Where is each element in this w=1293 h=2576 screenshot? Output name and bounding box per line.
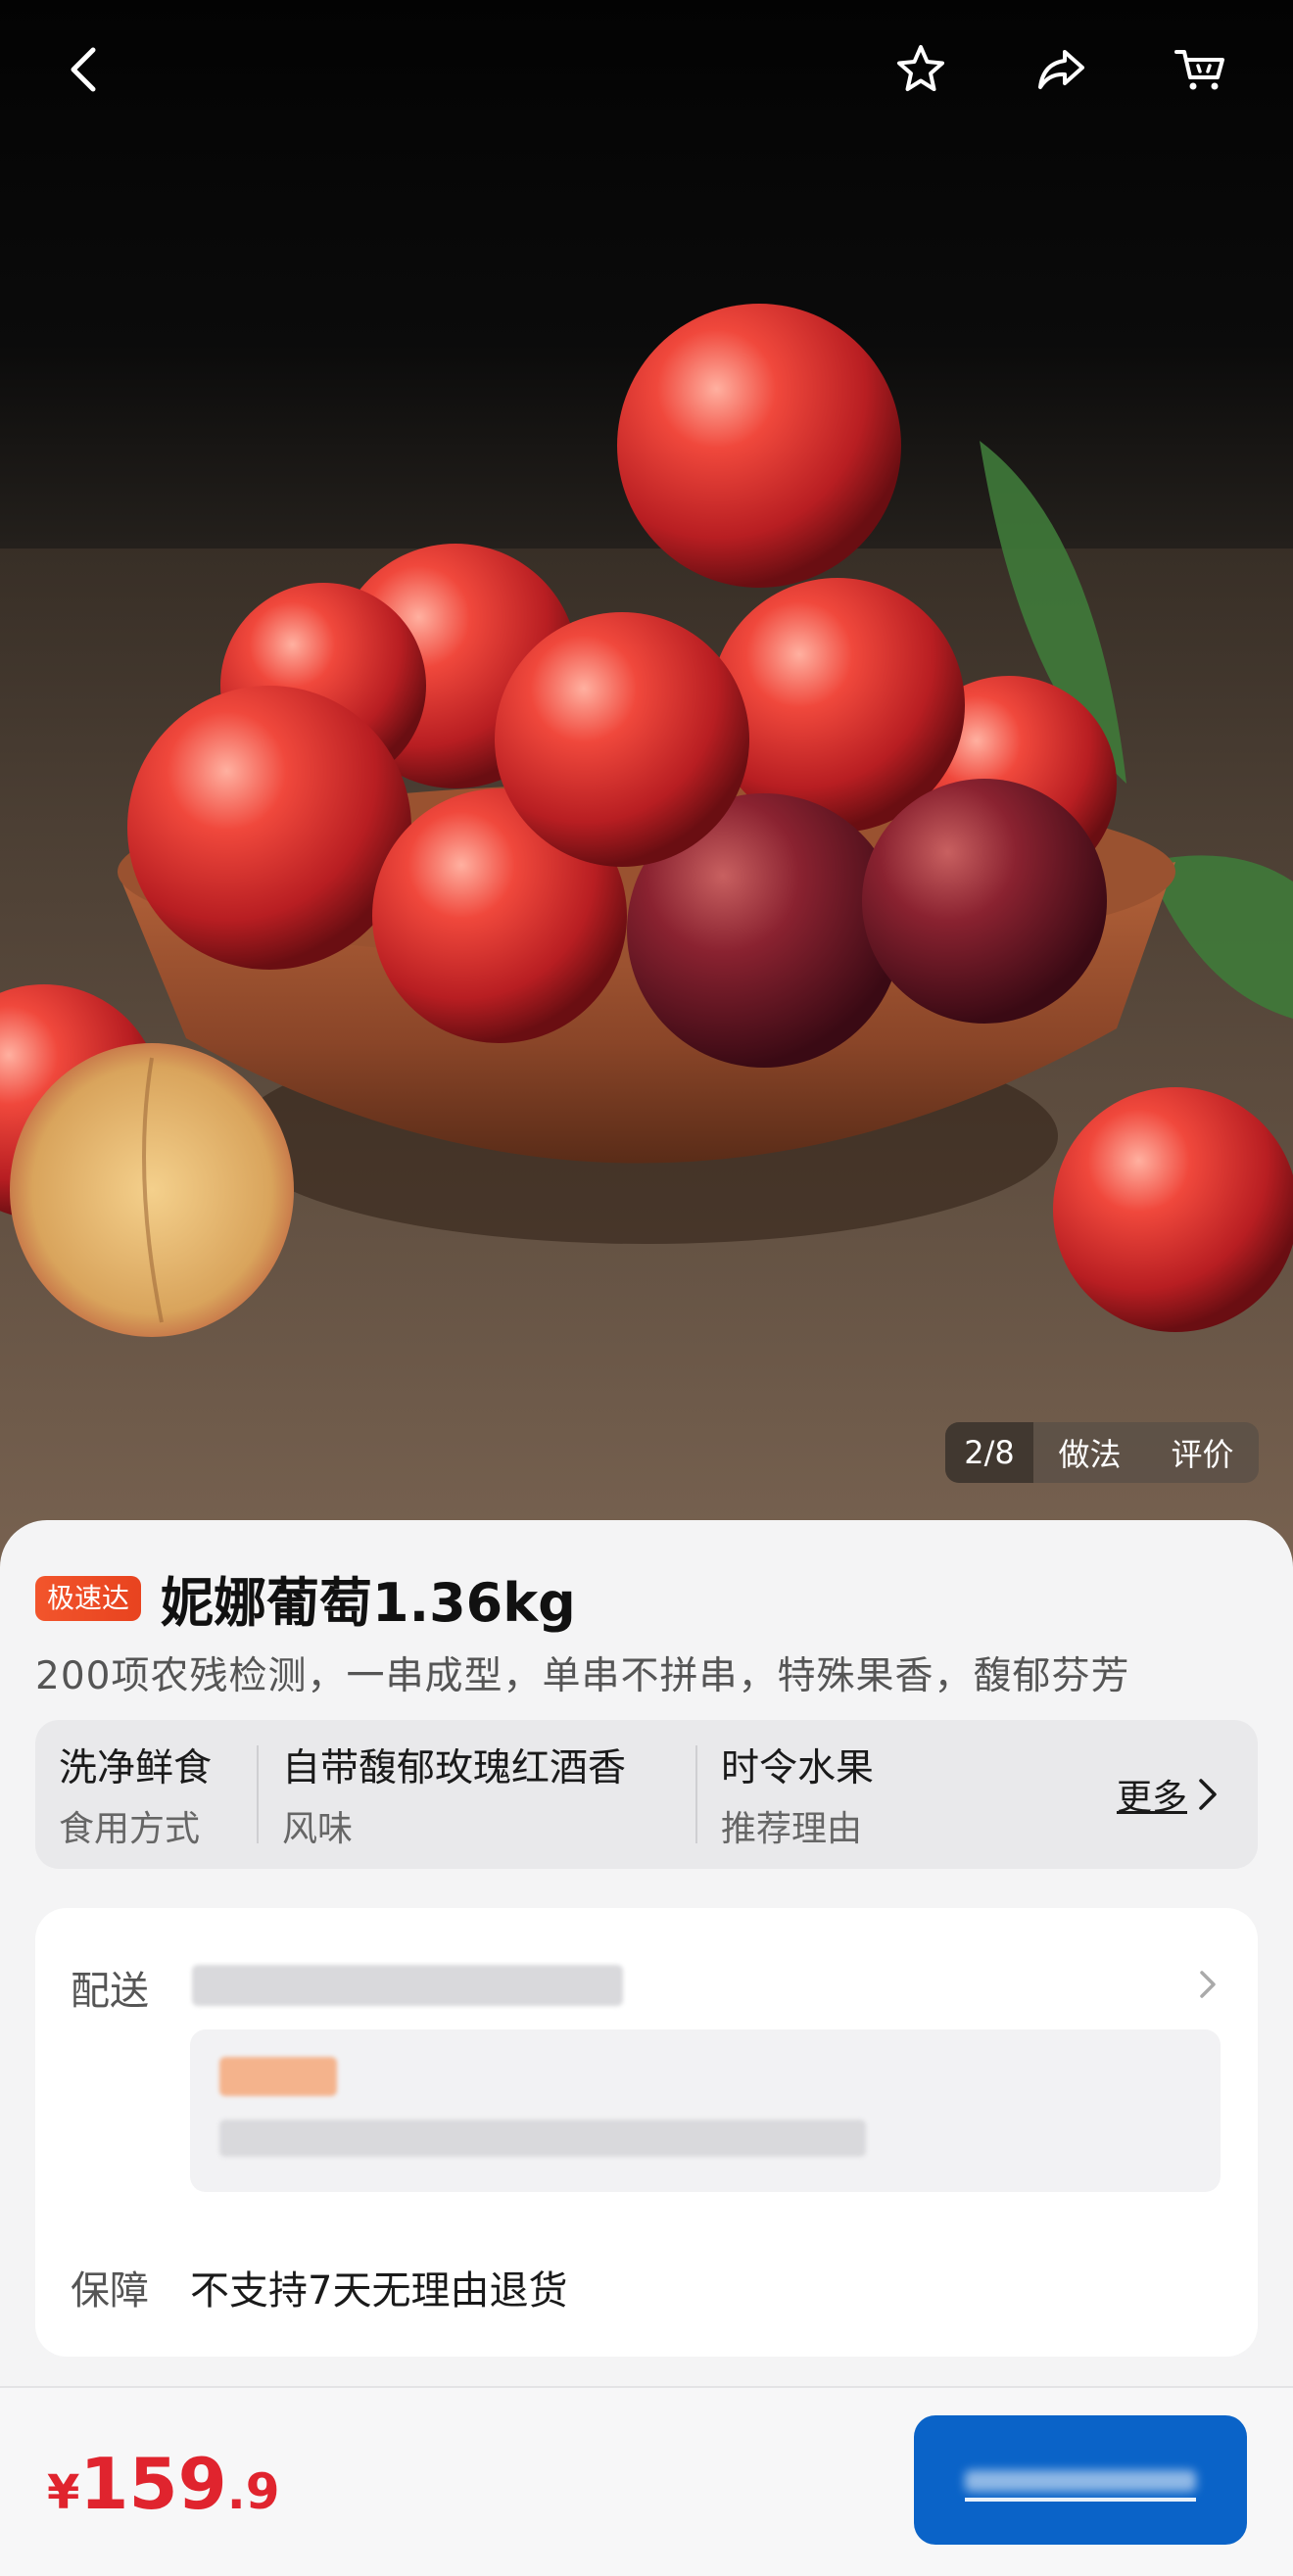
price-decimal: .9 (226, 2463, 280, 2520)
more-attributes-link[interactable]: 更多 (1117, 1720, 1222, 1869)
attributes-strip[interactable]: 洗净鲜食 食用方式 自带馥郁玫瑰红酒香 风味 时令水果 推荐理由 更多 (35, 1720, 1258, 1869)
title-row: 极速达 妮娜葡萄1.36kg (35, 1559, 576, 1637)
product-title: 妮娜葡萄1.36kg (161, 1572, 576, 1634)
attribute-reason: 时令水果 推荐理由 (697, 1720, 991, 1869)
attribute-key: 推荐理由 (721, 1809, 863, 1849)
guarantee-label: 保障 (71, 2268, 149, 2314)
delivery-label: 配送 (71, 1969, 149, 2014)
delivery-detail-box (190, 2029, 1221, 2192)
chevron-left-icon (71, 47, 96, 92)
back-button[interactable] (51, 35, 120, 104)
gallery-index: 2/8 (945, 1422, 1033, 1483)
share-button[interactable] (1027, 35, 1095, 104)
shopping-cart-icon (1174, 50, 1224, 90)
price: ¥ 159 .9 (47, 2443, 280, 2525)
button-label-redacted (965, 2470, 1196, 2492)
guarantee-text: 不支持7天无理由退货 (190, 2268, 568, 2314)
button-underline (965, 2498, 1196, 2502)
service-card: 配送 保障 不支持7天无理由退货 (35, 1908, 1258, 2357)
attribute-usage: 洗净鲜食 食用方式 (35, 1720, 257, 1869)
attribute-key: 食用方式 (59, 1809, 201, 1849)
attribute-value: 时令水果 (721, 1746, 875, 1790)
attribute-flavor: 自带馥郁玫瑰红酒香 风味 (259, 1720, 695, 1869)
product-subtitle: 200项农残检测，一串成型，单串不拼串，特殊果香，馥郁芬芳 (35, 1654, 1130, 1698)
cart-button[interactable] (1166, 35, 1234, 104)
product-info-sheet: 极速达 妮娜葡萄1.36kg 200项农残检测，一串成型，单串不拼串，特殊果香，… (0, 1520, 1293, 2382)
tab-reviews[interactable]: 评价 (1146, 1430, 1259, 1475)
tab-recipe[interactable]: 做法 (1033, 1430, 1146, 1475)
star-icon (897, 45, 944, 91)
chevron-right-icon[interactable] (1193, 1965, 1222, 2004)
delivery-address-redacted[interactable] (192, 1965, 623, 2006)
express-badge: 极速达 (35, 1575, 142, 1621)
bottom-action-bar: ¥ 159 .9 (0, 2386, 1293, 2576)
share-arrow-icon (1038, 50, 1084, 89)
attribute-value: 洗净鲜食 (59, 1746, 213, 1790)
delivery-tag-redacted (219, 2057, 337, 2096)
more-label: 更多 (1116, 1778, 1187, 1818)
chevron-right-icon (1199, 1779, 1217, 1810)
grapes-photo (0, 304, 1293, 1567)
price-integer: 159 (79, 2443, 227, 2525)
price-currency: ¥ (47, 2465, 80, 2520)
attribute-value: 自带馥郁玫瑰红酒香 (282, 1746, 627, 1790)
attribute-key: 风味 (282, 1809, 354, 1849)
delivery-info-redacted (219, 2120, 866, 2157)
favorite-button[interactable] (886, 35, 955, 104)
gallery-tabs: 2/8 做法 评价 (945, 1422, 1259, 1483)
product-image-gallery[interactable]: 2/8 做法 评价 (0, 0, 1293, 1567)
primary-action-button[interactable] (914, 2415, 1247, 2545)
